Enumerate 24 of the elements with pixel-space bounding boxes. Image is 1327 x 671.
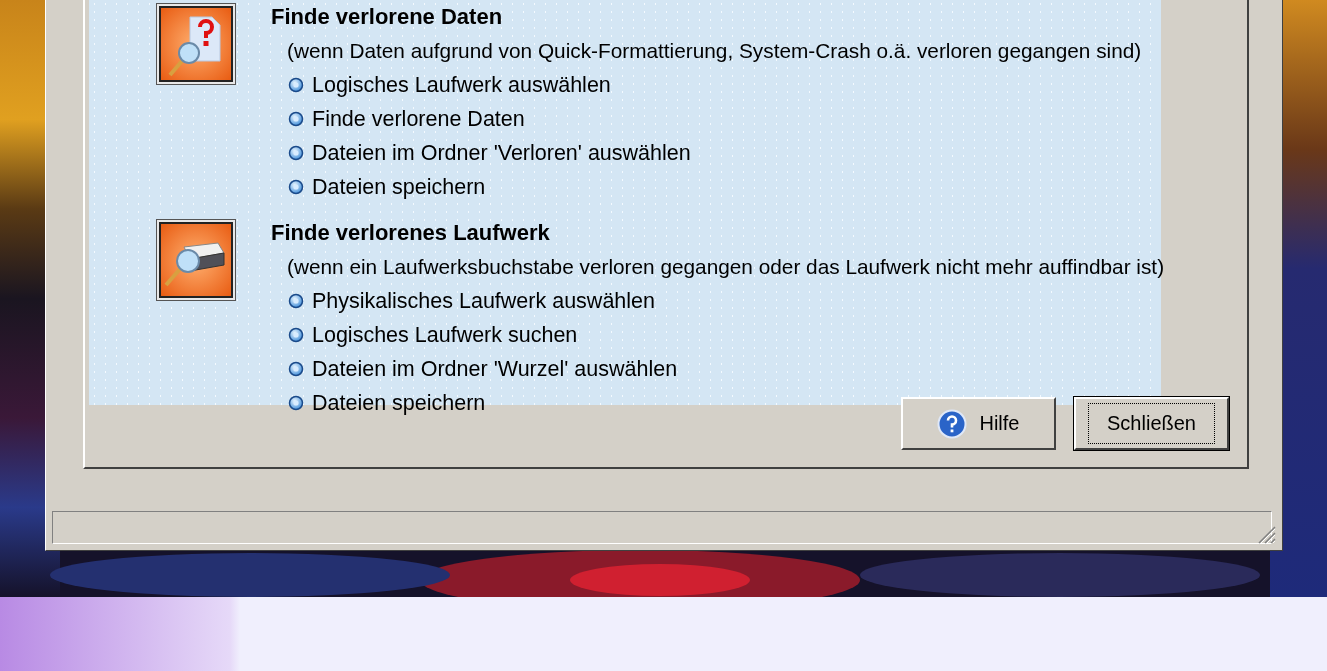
document-search-icon <box>156 3 236 85</box>
section-title: Finde verlorene Daten <box>271 3 504 31</box>
section-description: (wenn Daten aufgrund von Quick-Formattierung, System-Crash o.ä. verloren gegangen sind) <box>286 38 1142 64</box>
step-text: Logisches Laufwerk suchen <box>312 322 578 348</box>
step-text: Physikalisches Laufwerk auswählen <box>312 288 655 314</box>
section-description: (wenn ein Laufwerksbuchstabe verloren gegangen oder das Laufwerk nicht mehr auffindbar ist) <box>286 254 1165 280</box>
help-icon <box>937 408 968 439</box>
bullet-icon <box>288 77 304 93</box>
section-title: Finde verlorenes Laufwerk <box>271 219 551 247</box>
bullet-icon <box>288 179 304 195</box>
step-text: Dateien speichern <box>312 174 486 200</box>
drive-search-icon <box>156 219 236 301</box>
help-button[interactable]: Hilfe <box>901 397 1056 450</box>
step-text: Dateien im Ordner 'Wurzel' auswählen <box>312 356 678 382</box>
bullet-icon <box>288 145 304 161</box>
step-text: Logisches Laufwerk auswählen <box>312 72 611 98</box>
step-text: Dateien im Ordner 'Verloren' auswählen <box>312 140 691 166</box>
bullet-icon <box>288 293 304 309</box>
bullet-icon <box>288 327 304 343</box>
bullet-icon <box>288 111 304 127</box>
close-button[interactable]: Schließen <box>1074 397 1229 450</box>
bullet-icon <box>288 361 304 377</box>
step-text: Dateien speichern <box>312 390 486 416</box>
step-text: Finde verlorene Daten <box>312 106 525 132</box>
